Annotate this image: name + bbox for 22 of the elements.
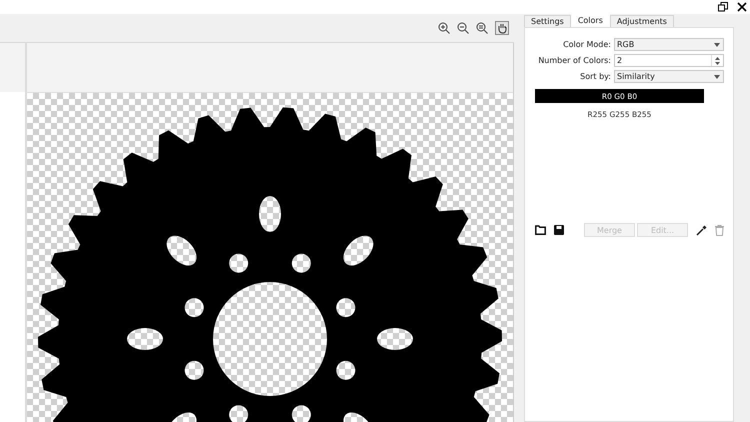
color-mode-dropdown[interactable]: RGB (614, 38, 724, 51)
hand-icon[interactable] (495, 21, 509, 35)
tab[interactable]: Colors (570, 14, 610, 27)
zoom-in-icon[interactable] (438, 22, 450, 34)
tab[interactable]: Settings (524, 15, 571, 27)
caret-icon (714, 74, 720, 78)
zoom-fit-icon[interactable] (476, 22, 488, 34)
field-label: Color Mode: (562, 40, 611, 49)
number-of-colors-spinbox[interactable]: 2 (614, 54, 724, 67)
close-icon[interactable] (737, 2, 747, 12)
eyedropper-icon[interactable] (696, 224, 707, 236)
field-label: Sort by: (579, 72, 611, 81)
zoom-out-icon[interactable] (457, 22, 469, 34)
spin-up-icon[interactable] (715, 56, 720, 60)
spin-down-icon[interactable] (715, 62, 720, 64)
save-icon[interactable] (554, 225, 564, 235)
restore-icon[interactable] (718, 2, 728, 12)
sort-by-dropdown[interactable]: Similarity (614, 70, 724, 83)
folder-icon[interactable] (535, 225, 546, 235)
caret-icon (714, 42, 720, 46)
field-label: Number of Colors: (537, 56, 611, 65)
tab[interactable]: Adjustments (610, 15, 674, 27)
